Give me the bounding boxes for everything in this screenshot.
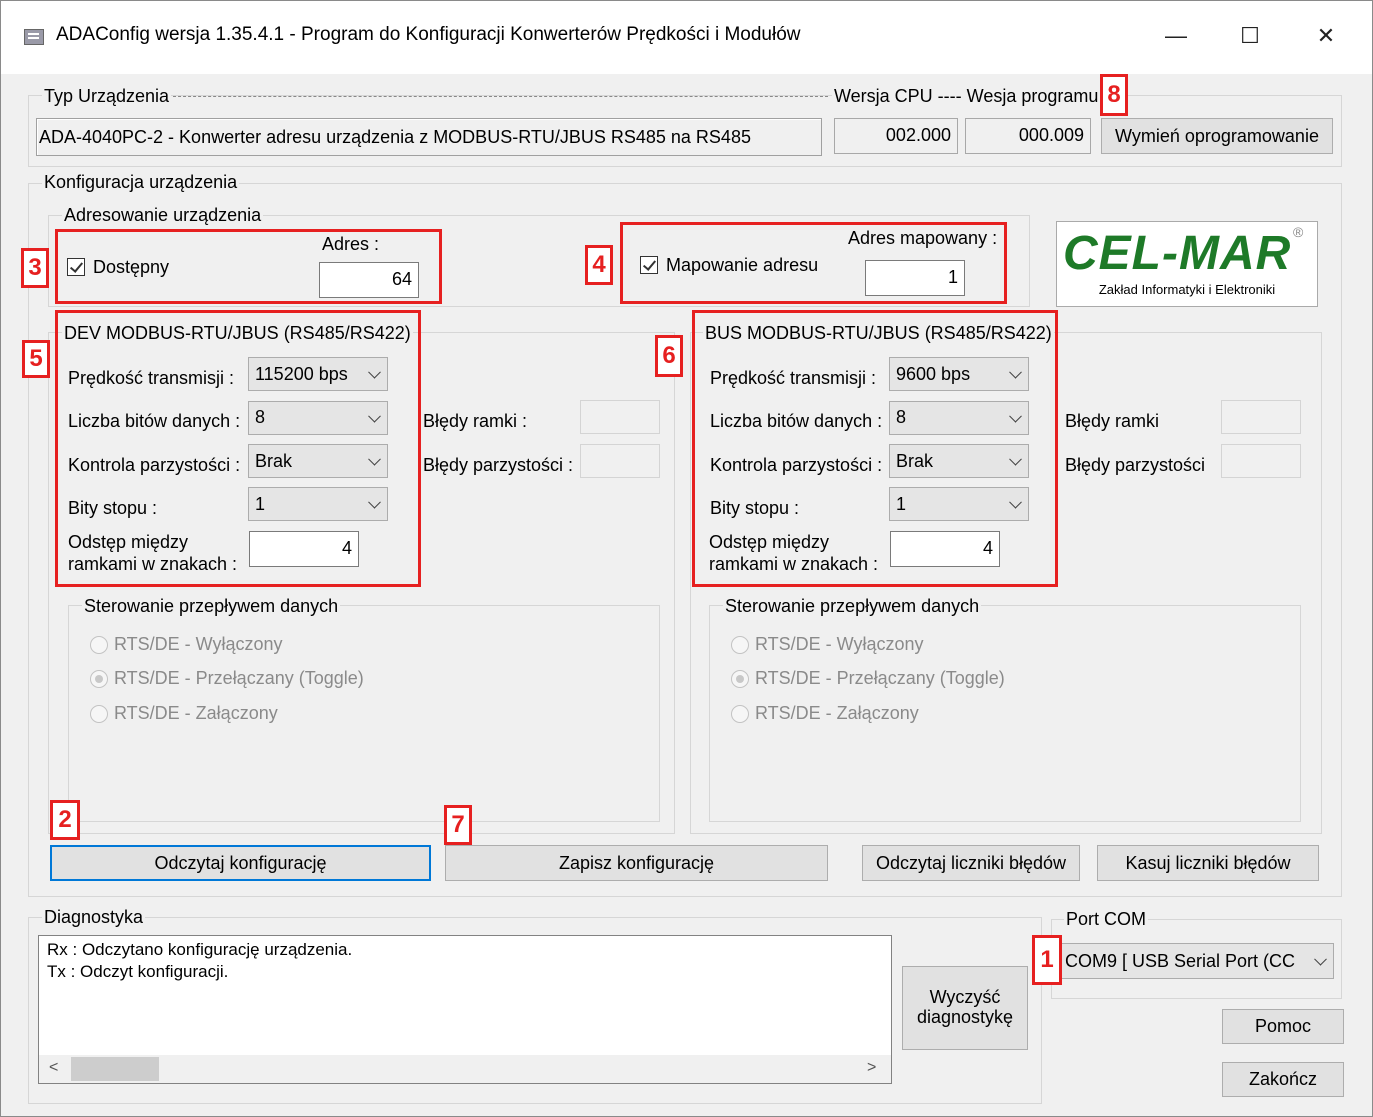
addressing-label: Adresowanie urządzenia <box>62 205 264 226</box>
horizontal-scrollbar[interactable]: < > <box>39 1055 891 1083</box>
com-port-label: Port COM <box>1064 909 1149 930</box>
clear-diagnostics-button[interactable]: Wyczyść diagnostykę <box>902 966 1028 1050</box>
dev-parity-err-field <box>580 444 660 478</box>
bus-parity-err-field <box>1221 444 1301 478</box>
read-error-counters-button[interactable]: Odczytaj liczniki błędów <box>862 845 1080 881</box>
com-port-value: COM9 [ USB Serial Port (CC <box>1065 951 1296 971</box>
dev-flow-toggle-radio[interactable] <box>90 670 108 688</box>
minimize-button[interactable]: — <box>1146 18 1206 54</box>
device-type-label: Typ Urządzenia <box>42 86 172 107</box>
highlight-box-dev <box>55 310 421 587</box>
dev-flow-on-label: RTS/DE - Załączony <box>114 703 278 723</box>
dev-flow-toggle-label: RTS/DE - Przełączany (Toggle) <box>114 668 364 688</box>
dev-parity-err-label: Błędy parzystości : <box>423 455 574 475</box>
cel-mar-logo: CEL-MAR ® Zakład Informatyki i Elektroni… <box>1056 221 1318 307</box>
highlight-box-addressing <box>55 229 442 304</box>
read-config-button[interactable]: Odczytaj konfigurację <box>50 845 431 881</box>
log-line: Rx : Odczytano konfigurację urządzenia. <box>47 940 353 959</box>
maximize-button[interactable]: ☐ <box>1220 18 1280 54</box>
cpu-version-field: 002.000 <box>834 118 958 154</box>
marker-6: 6 <box>655 335 683 377</box>
logo-subtitle: Zakład Informatyki i Elektroniki <box>1098 282 1276 297</box>
log-line: Tx : Odczyt konfiguracji. <box>47 962 229 981</box>
dev-frame-err-label: Błędy ramki : <box>423 411 528 431</box>
marker-8: 8 <box>1100 74 1128 116</box>
save-config-button[interactable]: Zapisz konfigurację <box>445 845 828 881</box>
marker-7: 7 <box>444 805 472 845</box>
marker-5: 5 <box>22 340 50 378</box>
bus-flow-toggle-label: RTS/DE - Przełączany (Toggle) <box>755 668 1005 688</box>
bus-parity-err-label: Błędy parzystości <box>1065 455 1206 475</box>
device-config-label: Konfiguracja urządzenia <box>42 172 240 193</box>
bus-flow-label: Sterowanie przepływem danych <box>723 596 982 617</box>
diagnostics-label: Diagnostyka <box>42 907 146 928</box>
highlight-box-bus <box>692 310 1058 587</box>
diagnostics-log[interactable]: Rx : Odczytano konfigurację urządzenia. … <box>38 935 892 1084</box>
scroll-right-icon[interactable]: > <box>867 1059 876 1077</box>
dev-frame-err-field <box>580 400 660 434</box>
replace-firmware-button[interactable]: Wymień oprogramowanie <box>1101 118 1333 154</box>
dev-flow-off-radio[interactable] <box>90 636 108 654</box>
marker-2: 2 <box>50 800 80 840</box>
help-button[interactable]: Pomoc <box>1222 1009 1344 1044</box>
cpu-version-label: Wersja CPU ---- Wesja programu <box>832 86 1101 107</box>
dev-flow-on-radio[interactable] <box>90 705 108 723</box>
dev-flow-label: Sterowanie przepływem danych <box>82 596 341 617</box>
logo-text: CEL-MAR <box>1063 227 1292 280</box>
scroll-left-icon[interactable]: < <box>49 1059 58 1077</box>
marker-1: 1 <box>1032 935 1062 985</box>
bus-flow-off-label: RTS/DE - Wyłączony <box>755 634 924 654</box>
bus-flow-toggle-radio[interactable] <box>731 670 749 688</box>
bus-frame-err-label: Błędy ramki <box>1065 411 1160 431</box>
program-version-field: 000.009 <box>965 118 1091 154</box>
chevron-down-icon <box>1314 952 1327 966</box>
clear-diagnostics-label-2: diagnostykę <box>916 1007 1014 1027</box>
bus-flow-on-radio[interactable] <box>731 705 749 723</box>
clear-error-counters-button[interactable]: Kasuj liczniki błędów <box>1097 845 1319 881</box>
dev-flow-off-label: RTS/DE - Wyłączony <box>114 634 283 654</box>
scrollbar-thumb[interactable] <box>71 1057 159 1081</box>
device-type-divider <box>168 96 828 97</box>
highlight-box-mapping <box>620 222 1007 304</box>
com-port-select[interactable]: COM9 [ USB Serial Port (CC <box>1058 943 1334 979</box>
bus-flow-off-radio[interactable] <box>731 636 749 654</box>
bus-frame-err-field <box>1221 400 1301 434</box>
app-icon <box>24 29 44 45</box>
clear-diagnostics-label-1: Wyczyść <box>929 987 1001 1007</box>
marker-3: 3 <box>21 248 49 288</box>
registered-mark: ® <box>1293 224 1304 240</box>
device-type-field: ADA-4040PC-2 - Konwerter adresu urządzen… <box>36 118 822 156</box>
exit-button[interactable]: Zakończ <box>1222 1062 1344 1097</box>
close-button[interactable]: ✕ <box>1296 18 1356 54</box>
window-title: ADAConfig wersja 1.35.4.1 - Program do K… <box>56 24 801 45</box>
bus-flow-on-label: RTS/DE - Załączony <box>755 703 919 723</box>
marker-4: 4 <box>585 245 613 285</box>
